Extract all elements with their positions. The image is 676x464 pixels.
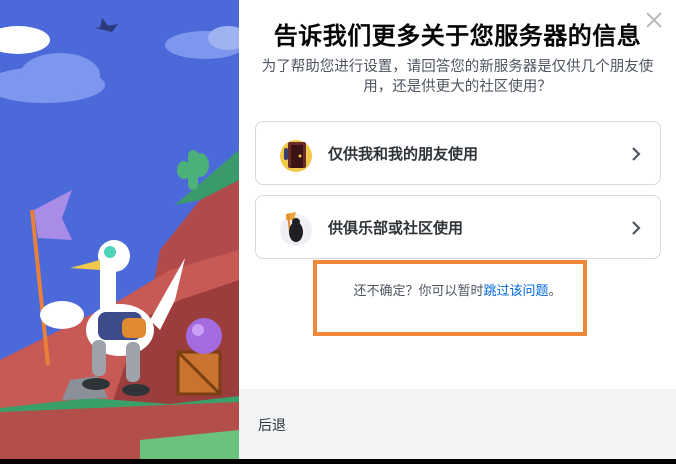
skip-question-link[interactable]: 跳过该问题	[483, 284, 548, 299]
option-friends-button[interactable]: 仅供我和我的朋友使用	[255, 121, 661, 185]
option-community-button[interactable]: 供俱乐部或社区使用	[255, 195, 661, 259]
skip-hint-text: 还不确定？你可以暂时	[353, 284, 484, 299]
community-flag-icon	[280, 212, 312, 246]
dialog-footer: 后退	[239, 389, 676, 459]
skip-hint: 还不确定？你可以暂时跳过该问题。	[239, 280, 676, 299]
chevron-right-icon	[632, 147, 641, 161]
dialog-content: 告诉我们更多关于您服务器的信息 为了帮助您进行设置，请回答您的新服务器是仅供几个…	[239, 0, 676, 459]
skip-hint-suffix: 。	[548, 284, 562, 299]
friends-door-icon	[280, 140, 312, 172]
option-friends-label: 仅供我和我的朋友使用	[328, 145, 479, 163]
chevron-right-icon	[632, 221, 641, 235]
back-button[interactable]: 后退	[258, 415, 286, 435]
option-community-label: 供俱乐部或社区使用	[328, 219, 464, 237]
dialog-subtitle: 为了帮助您进行设置，请回答您的新服务器是仅供几个朋友使用，还是供更大的社区使用？	[261, 59, 654, 95]
dialog-title: 告诉我们更多关于您服务器的信息	[273, 22, 642, 50]
illustration-panel	[0, 0, 239, 459]
create-server-modal: 告诉我们更多关于您服务器的信息 为了帮助您进行设置，请回答您的新服务器是仅供几个…	[0, 0, 676, 459]
bird-with-flag-illustration	[0, 0, 239, 459]
